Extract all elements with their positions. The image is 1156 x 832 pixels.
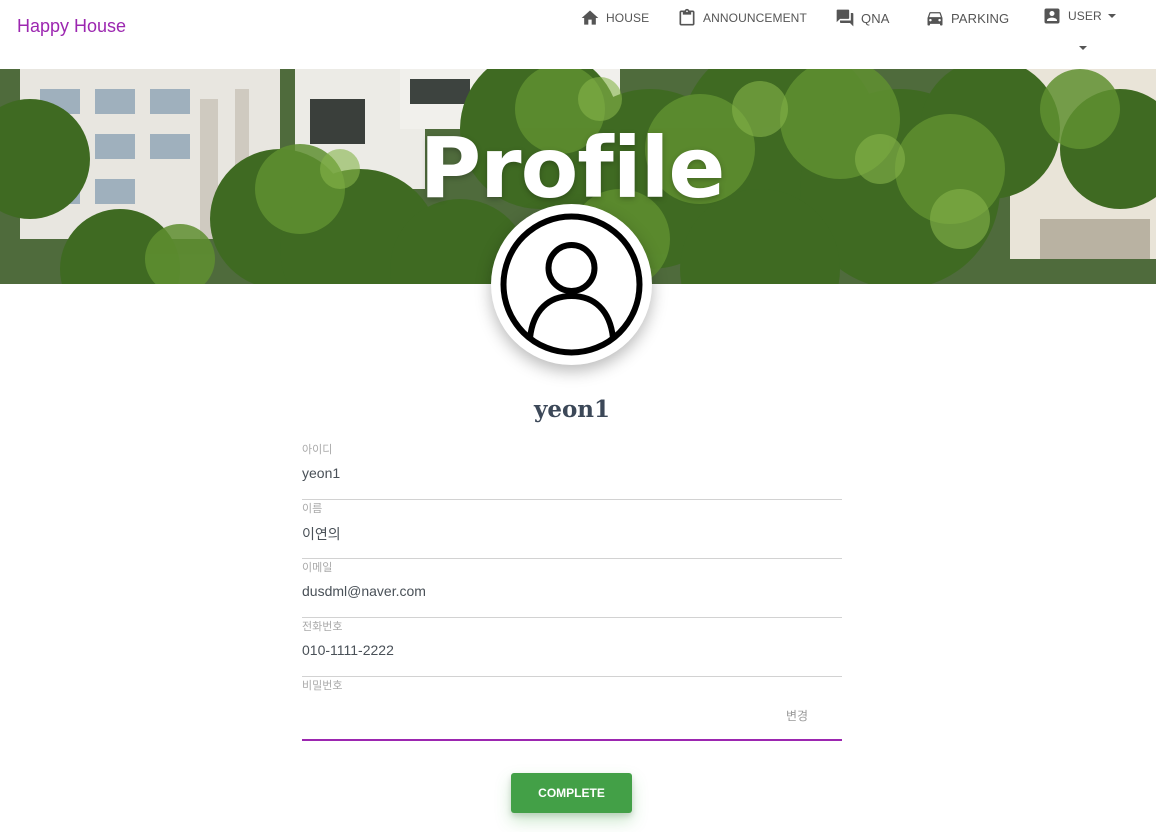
account-box-icon (1044, 8, 1060, 24)
nav-announcement-label: ANNOUNCEMENT (703, 11, 807, 25)
name-field[interactable]: 이름 이연의 (302, 500, 842, 559)
nav-house-label: HOUSE (606, 11, 650, 25)
car-icon (927, 12, 943, 26)
nav-parking[interactable]: PARKING (925, 8, 1009, 28)
change-password-button[interactable]: 변경 (786, 707, 808, 724)
email-label: 이메일 (302, 562, 333, 574)
home-icon (581, 10, 599, 25)
nav-parking-label: PARKING (951, 10, 1010, 26)
nav-qna[interactable]: QNA (835, 8, 889, 28)
chevron-down-icon[interactable] (1079, 46, 1087, 50)
id-label: 아이디 (302, 444, 333, 456)
nav-qna-label: QNA (861, 10, 890, 26)
user-avatar-icon (500, 213, 643, 356)
profile-username: yeon1 (533, 396, 611, 423)
navbar: Happy House HOUSE ANNOUNCEMENT QNA PARKI… (0, 0, 1156, 69)
hero-title: Profile (419, 119, 726, 217)
name-label: 이름 (302, 503, 323, 515)
password-label: 비밀번호 (302, 680, 343, 692)
phone-field[interactable]: 전화번호 010-1111-2222 (302, 618, 842, 677)
email-field[interactable]: 이메일 dusdml@naver.com (302, 559, 842, 618)
password-input[interactable] (302, 699, 772, 729)
email-value[interactable]: dusdml@naver.com (302, 583, 426, 599)
nav-announcement[interactable]: ANNOUNCEMENT (677, 8, 807, 28)
phone-value[interactable]: 010-1111-2222 (302, 642, 394, 658)
clipboard-icon (679, 8, 695, 26)
password-field[interactable]: 비밀번호 변경 (302, 677, 842, 741)
chat-icon (836, 9, 854, 27)
id-value[interactable]: yeon1 (302, 465, 340, 481)
complete-button[interactable]: COMPLETE (511, 773, 632, 813)
nav-user-dropdown[interactable]: USER (1042, 6, 1116, 26)
name-value[interactable]: 이연의 (302, 524, 341, 544)
nav-house[interactable]: HOUSE (580, 8, 649, 28)
brand-logo[interactable]: Happy House (17, 16, 126, 37)
avatar (491, 204, 652, 365)
nav-user-label: USER (1068, 9, 1102, 23)
chevron-down-icon (1107, 14, 1116, 18)
phone-label: 전화번호 (302, 621, 343, 633)
id-field[interactable]: 아이디 yeon1 (302, 441, 842, 500)
